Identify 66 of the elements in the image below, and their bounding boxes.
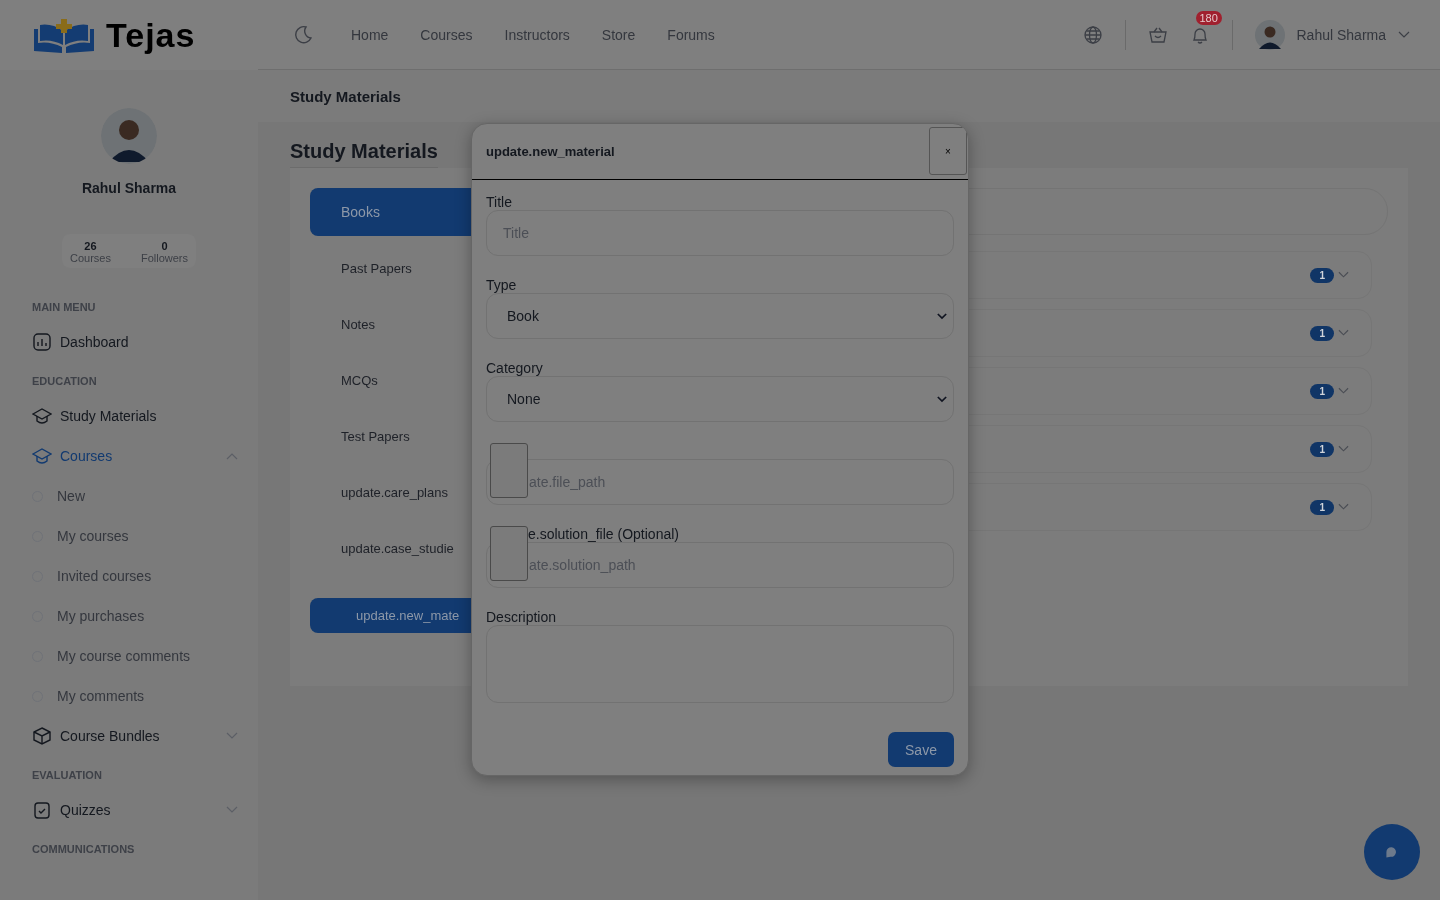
count-badge: 1 xyxy=(1310,499,1334,515)
stat-label: Courses xyxy=(69,252,111,264)
chevron-icon xyxy=(1338,445,1349,453)
count-badge: 1 xyxy=(1310,383,1334,399)
chat-button[interactable] xyxy=(1364,824,1420,880)
globe-icon[interactable] xyxy=(1082,24,1103,45)
brand-name: Tejas xyxy=(106,15,196,55)
moon-icon[interactable] xyxy=(293,24,313,45)
section-heading: COMMUNICATIONS xyxy=(32,842,136,857)
graduation-cap-icon xyxy=(32,406,52,426)
close-button[interactable]: × xyxy=(929,127,967,175)
select-field[interactable]: Book xyxy=(486,293,954,339)
submenu-item[interactable]: My purchases xyxy=(32,596,242,636)
sidebar-item[interactable]: Course Bundles xyxy=(32,716,242,756)
section-heading: EDUCATION xyxy=(32,374,98,389)
nav-link[interactable]: Forums xyxy=(667,26,715,43)
chevron-icon xyxy=(1398,30,1410,39)
box-icon xyxy=(32,726,52,746)
chevron-icon xyxy=(226,732,238,740)
field-label: Category xyxy=(486,360,544,376)
notification-badge: 180 xyxy=(1195,10,1222,25)
field-label: Description xyxy=(486,609,558,625)
save-button[interactable]: Save xyxy=(888,732,954,767)
graduation-cap-icon xyxy=(32,446,52,466)
sidebar-item[interactable]: Quizzes xyxy=(32,790,242,830)
chevron-icon xyxy=(1338,329,1349,337)
stat-value: 26 xyxy=(84,240,97,252)
chevron-icon xyxy=(1338,387,1349,395)
field-label: Type xyxy=(486,277,518,293)
chevron-icon xyxy=(937,312,947,320)
clipboard-icon xyxy=(32,800,52,820)
submenu-item[interactable]: New xyxy=(32,476,242,516)
dashboard-icon xyxy=(32,332,52,352)
nav-link[interactable]: Instructors xyxy=(504,26,570,43)
chevron-icon xyxy=(1338,271,1349,279)
file-button[interactable] xyxy=(490,443,528,498)
stat-label: Followers xyxy=(140,252,188,264)
breadcrumb: Study Materials xyxy=(290,87,401,105)
sidebar-item[interactable]: Dashboard xyxy=(32,322,242,362)
section-heading: EVALUATION xyxy=(32,768,103,783)
chevron-icon xyxy=(226,806,238,814)
submenu-item[interactable]: Invited courses xyxy=(32,556,242,596)
submenu-item[interactable]: My courses xyxy=(32,516,242,556)
profile-name: Rahul Sharma xyxy=(81,180,177,196)
nav-link[interactable]: Home xyxy=(351,26,389,43)
sidebar-item[interactable]: Courses xyxy=(32,436,242,476)
field-label: Title xyxy=(486,194,513,210)
modal-title: update.new_material xyxy=(486,144,615,159)
section-heading: MAIN MENU xyxy=(32,300,97,315)
sidebar-item[interactable]: Study Materials xyxy=(32,396,242,436)
chevron-icon xyxy=(226,452,238,460)
count-badge: 1 xyxy=(1310,441,1334,457)
avatar xyxy=(1254,19,1285,50)
stat-value: 0 xyxy=(161,240,168,252)
user-menu[interactable]: Rahul Sharma xyxy=(1254,19,1410,50)
count-badge: 1 xyxy=(1310,325,1334,341)
submenu-item[interactable]: My comments xyxy=(32,676,242,716)
submenu-item[interactable]: My course comments xyxy=(32,636,242,676)
select-field[interactable]: None xyxy=(486,376,954,422)
chevron-icon xyxy=(1338,503,1349,511)
nav-link[interactable]: Store xyxy=(601,26,636,43)
avatar xyxy=(101,108,157,164)
file-button[interactable] xyxy=(490,526,528,581)
count-badge: 1 xyxy=(1310,267,1334,283)
chevron-icon xyxy=(937,395,947,403)
nav-link[interactable]: Courses xyxy=(420,26,473,43)
